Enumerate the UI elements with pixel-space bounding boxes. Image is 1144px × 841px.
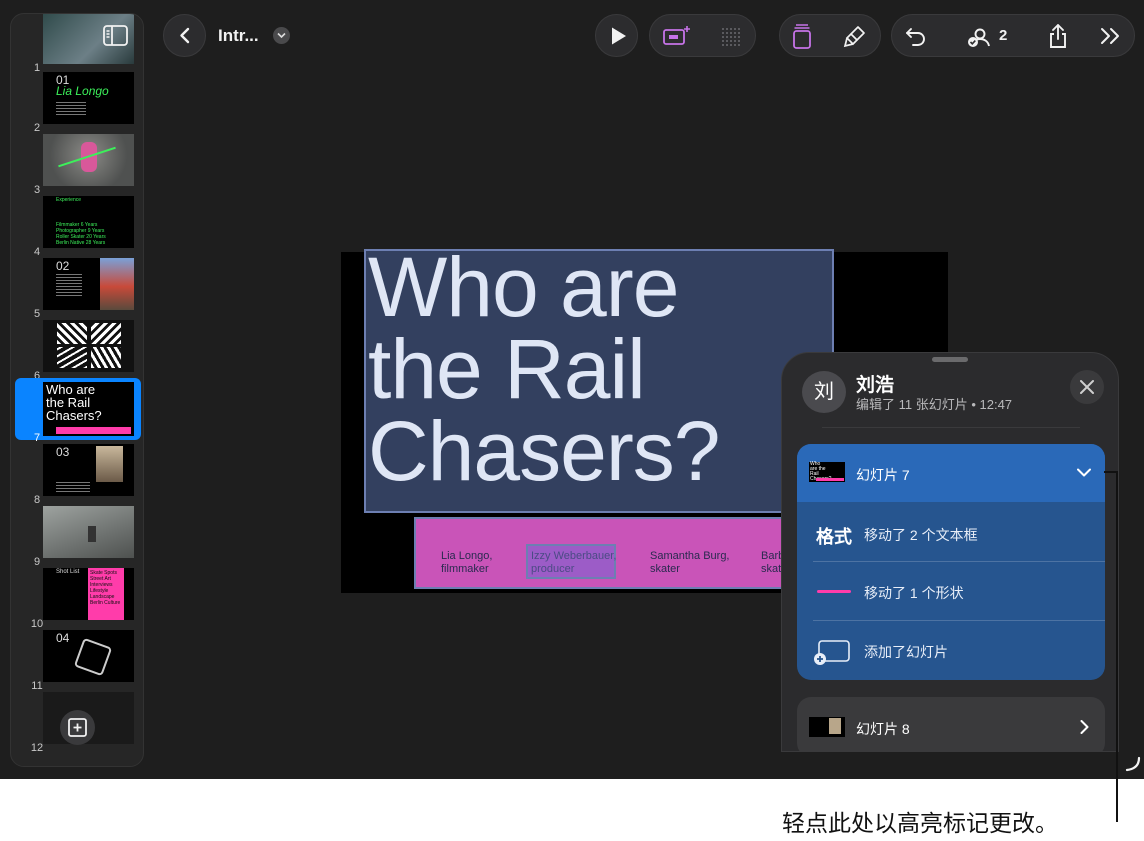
slide-8-mini-thumbnail [809, 717, 845, 737]
slide-thumbnail-11[interactable]: 04 11 [11, 630, 143, 692]
callout-caption: 轻点此处以高亮标记更改。 [782, 810, 1058, 836]
keynote-app: 1 01 Lia Longo 2 3 Experience Filmmaker … [0, 0, 1144, 779]
add-slide-icon [68, 718, 87, 737]
group-title: 幻灯片 7 [856, 467, 910, 483]
sidebar-toggle-icon[interactable] [103, 25, 128, 46]
more-chevrons-icon[interactable] [1099, 27, 1123, 45]
insert-controls [649, 14, 756, 57]
undo-icon[interactable] [905, 26, 927, 46]
panel-grabber[interactable] [932, 357, 968, 362]
callout-line [1116, 471, 1118, 822]
change-moved-text-boxes[interactable]: 移动了 2 个文本框 [864, 525, 978, 545]
next-group-title: 幻灯片 8 [856, 721, 910, 737]
play-button[interactable] [595, 14, 638, 57]
chevron-down-icon [277, 32, 286, 39]
change-moved-shape[interactable]: 移动了 1 个形状 [864, 583, 964, 603]
close-icon [1080, 380, 1094, 394]
chevron-left-icon [180, 27, 190, 44]
collaboration-icon[interactable] [966, 25, 994, 49]
slide-7-mini-thumbnail: Who are the Rail Chasers? [809, 462, 845, 482]
document-actions [891, 14, 1135, 57]
magic-insert-icon[interactable] [662, 24, 692, 48]
collaborator-count: 2 [999, 27, 1008, 44]
avatar: 刘 [802, 371, 846, 413]
play-icon [612, 27, 626, 45]
activity-summary: 编辑了 11 张幻灯片 • 12:47 [856, 397, 1013, 412]
chevron-down-icon [1077, 468, 1091, 477]
slide-thumbnail-10[interactable]: Shot List Skate Spots Street Art Intervi… [11, 568, 143, 630]
divider [822, 427, 1080, 428]
slide-thumbnail-3[interactable]: 3 [11, 134, 143, 196]
slide-thumbnail-4[interactable]: Experience Filmmaker 6 Years Photographe… [11, 196, 143, 258]
shape-line-icon [817, 590, 851, 593]
slide-thumbnail-5[interactable]: 02 5 [11, 258, 143, 320]
share-icon[interactable] [1047, 23, 1069, 49]
title-menu-button[interactable] [273, 27, 290, 44]
back-button[interactable] [163, 14, 206, 57]
slide-thumbnail-8[interactable]: 03 8 [11, 444, 143, 506]
chevron-right-icon [1080, 720, 1089, 734]
highlight-changes-header[interactable]: Who are the Rail Chasers? 幻灯片 7 [797, 444, 1105, 502]
add-slide-button[interactable] [60, 710, 95, 745]
close-button[interactable] [1070, 370, 1104, 404]
activity-panel[interactable]: 刘 刘浩 编辑了 11 张幻灯片 • 12:47 Who are the Rai… [781, 352, 1119, 752]
paintbrush-icon[interactable] [843, 24, 867, 48]
resize-handle-icon[interactable] [1125, 756, 1141, 772]
name-samantha: Samantha Burg, skater [650, 550, 730, 575]
change-group-slide-8[interactable]: 幻灯片 8 [797, 697, 1105, 751]
change-group-slide-7[interactable]: Who are the Rail Chasers? 幻灯片 7 格式 移动了 2… [797, 444, 1105, 680]
format-badge: 格式 [816, 527, 852, 547]
slide-thumbnail-9[interactable]: 9 [11, 506, 143, 568]
add-slide-icon [814, 640, 850, 665]
layers-icon[interactable] [791, 23, 813, 50]
name-lia: Lia Longo, filmmaker [441, 550, 493, 575]
grid-icon[interactable] [720, 26, 742, 48]
slide-navigator[interactable]: 1 01 Lia Longo 2 3 Experience Filmmaker … [10, 13, 144, 767]
slide-thumbnail-2[interactable]: 01 Lia Longo 2 [11, 72, 143, 134]
name-izzy: Izzy Weberbauer, producer [531, 550, 617, 575]
change-added-slide[interactable]: 添加了幻灯片 [864, 642, 948, 662]
format-controls [779, 14, 881, 57]
document-title[interactable]: Intr... [218, 26, 259, 46]
slide-thumbnail-6[interactable]: 6 [11, 320, 143, 382]
slide-title[interactable]: Who are the Rail Chasers? [368, 245, 838, 493]
user-name: 刘浩 [856, 375, 895, 396]
